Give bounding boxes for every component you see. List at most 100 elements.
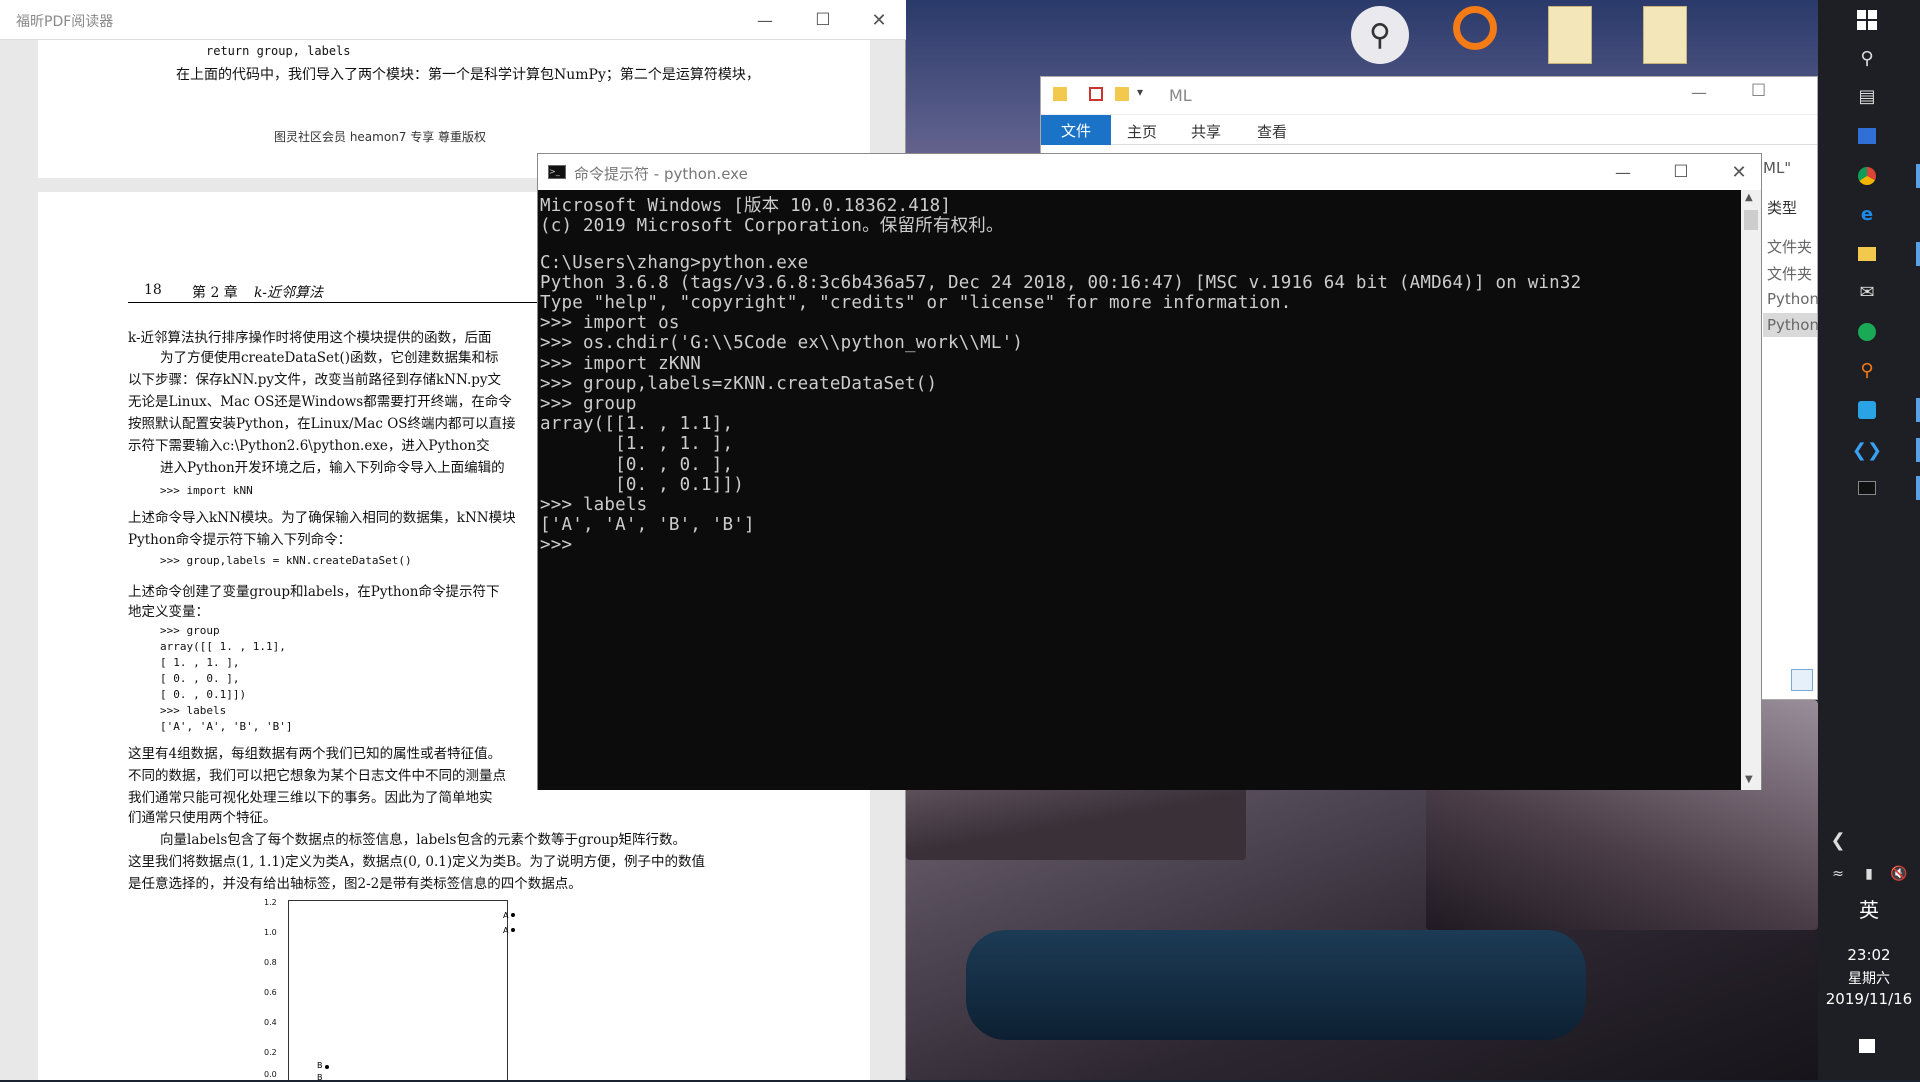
console-output[interactable]: Microsoft Windows [版本 10.0.18362.418] (c)… <box>538 190 1741 790</box>
data-point <box>511 913 515 917</box>
search-orange-icon[interactable]: ⚲ <box>1852 358 1882 382</box>
page-number: 18 <box>144 282 162 298</box>
body-line: 进入Python开发环境之后，输入下列命令导入上面编辑的 <box>160 460 505 476</box>
copyright-watermark: 图灵社区会员 heamon7 专享 尊重版权 <box>274 130 487 144</box>
code-line: >>> group,labels = kNN.createDataSet() <box>160 554 412 567</box>
file-type-cell[interactable]: Python <box>1767 290 1819 308</box>
console-line: Type "help", "copyright", "credits" or "… <box>540 293 1292 313</box>
body-line: 无论是Linux、Mac OS还是Windows都需要打开终端，在命令 <box>128 394 512 410</box>
file-type-cell[interactable]: 文件夹 <box>1767 236 1812 257</box>
vscode-icon[interactable]: ❮❯ <box>1852 438 1882 462</box>
data-point <box>511 928 515 932</box>
body-line: 向量labels包含了每个数据点的标签信息，labels包含的元素个数等于gro… <box>160 832 687 848</box>
running-indicator <box>1916 438 1920 462</box>
maximize-button[interactable]: ☐ <box>1751 81 1766 101</box>
console-line: >>> group,labels=zKNN.createDataSet() <box>540 373 938 394</box>
body-line: 为了方便使用createDataSet()函数，它创建数据集和标 <box>160 350 499 366</box>
body-line: 我们通常只能可视化处理三维以下的事务。因此为了简单地实 <box>128 790 493 806</box>
scrollbar-thumb[interactable] <box>1744 210 1758 230</box>
edge-icon[interactable]: e <box>1852 202 1882 226</box>
desktop-icon-doc[interactable] <box>1630 6 1700 76</box>
ime-indicator[interactable]: 英 <box>1852 894 1886 923</box>
y-tick: 1.0 <box>264 928 277 937</box>
code-line: >>> labels <box>160 704 227 717</box>
app-icon-green[interactable] <box>1852 320 1882 344</box>
minimize-button[interactable]: — <box>1600 152 1646 192</box>
column-header-type[interactable]: 类型 <box>1767 197 1797 218</box>
desktop-icon-search[interactable]: ⚲ <box>1345 6 1415 76</box>
running-indicator <box>1916 164 1920 188</box>
magnifier-icon: ⚲ <box>1351 6 1409 64</box>
body-line: 不同的数据，我们可以把它想象为某个日志文件中不同的测量点 <box>128 768 506 784</box>
code-line: >>> import kNN <box>160 484 253 497</box>
volume-muted-icon[interactable]: 🔇 <box>1882 862 1916 886</box>
file-type-cell[interactable]: 文件夹 <box>1767 263 1812 284</box>
file-type-cell-selected[interactable]: Python <box>1763 313 1819 337</box>
y-tick: 0.2 <box>264 1048 277 1057</box>
scroll-up-arrow[interactable]: ▲ <box>1745 192 1753 203</box>
details-view-icon[interactable] <box>1791 669 1813 691</box>
tab-view[interactable]: 查看 <box>1257 121 1287 142</box>
explorer-titlebar[interactable]: ▾ ML — ☐ <box>1041 77 1817 115</box>
cmd-window-title: 命令提示符 - python.exe <box>574 165 748 183</box>
clock-weekday[interactable]: 星期六 <box>1818 968 1920 988</box>
close-button[interactable]: ✕ <box>1716 152 1762 192</box>
taskbar: ⚲ ▤ e ✉ ⚲ ❮❯ ❮ ≈ ▮ 🔇 英 23:02 星期六 2019/11… <box>1818 0 1920 1080</box>
close-button[interactable]: ✕ <box>856 0 902 40</box>
body-line: 是任意选择的，并没有给出轴标签，图2-2是带有类标签信息的四个数据点。 <box>128 876 582 892</box>
cmd-app-icon: >_ <box>548 165 566 179</box>
desktop-icon-pdf-doc[interactable] <box>1535 6 1605 76</box>
body-line: 这里我们将数据点(1, 1.1)定义为类A，数据点(0, 0.1)定义为类B。为… <box>128 854 706 870</box>
tab-home[interactable]: 主页 <box>1127 121 1157 142</box>
command-prompt-window[interactable]: >_ 命令提示符 - python.exe — ☐ ✕ Microsoft Wi… <box>537 153 1762 790</box>
pdf-titlebar[interactable]: 福昕PDF阅读器 — ☐ ✕ <box>0 0 906 40</box>
body-line: k-近邻算法执行排序操作时将使用这个模块提供的函数，后面 <box>128 330 492 346</box>
console-line: >>> <box>540 535 583 556</box>
console-line: [0. , 0.1]]) <box>540 474 744 495</box>
cmd-taskbar-icon[interactable] <box>1852 476 1882 500</box>
file-explorer-icon[interactable] <box>1852 242 1882 266</box>
quick-access-dropdown-icon[interactable]: ▾ <box>1137 85 1143 99</box>
y-tick: 0.0 <box>264 1070 277 1079</box>
body-line: 上述命令导入kNN模块。为了确保输入相同的数据集，kNN模块 <box>128 510 516 526</box>
data-point <box>325 1065 329 1069</box>
tab-share[interactable]: 共享 <box>1191 121 1221 142</box>
chrome-icon[interactable] <box>1852 164 1882 188</box>
minimize-button[interactable]: — <box>1691 83 1707 102</box>
vertical-scrollbar[interactable]: ▲ ▼ <box>1741 190 1761 790</box>
maximize-button[interactable]: ☐ <box>800 0 846 40</box>
body-line: 按照默认配置安装Python，在Linux/Mac OS终端内都可以直接 <box>128 416 516 432</box>
y-tick: 1.2 <box>264 898 277 907</box>
clock-time[interactable]: 23:02 <box>1818 946 1920 964</box>
search-icon[interactable]: ⚲ <box>1852 46 1882 70</box>
point-label: A <box>503 911 509 920</box>
pdf-window-title: 福昕PDF阅读器 <box>16 14 114 30</box>
maximize-button[interactable]: ☐ <box>1658 152 1704 192</box>
clock-date[interactable]: 2019/11/16 <box>1818 990 1920 1008</box>
ribbon-tabs: 文件 主页 共享 查看 <box>1041 115 1817 145</box>
cmd-titlebar[interactable]: >_ 命令提示符 - python.exe — ☐ ✕ <box>538 154 1761 190</box>
console-line: (c) 2019 Microsoft Corporation。保留所有权利。 <box>540 216 1004 237</box>
start-button[interactable] <box>1852 8 1882 32</box>
scroll-down-arrow[interactable]: ▼ <box>1745 774 1753 785</box>
address-path-fragment: ML" <box>1763 159 1792 177</box>
tab-file[interactable]: 文件 <box>1041 115 1111 145</box>
desktop-icon-search-orange[interactable] <box>1440 6 1510 76</box>
battery-icon[interactable]: ▮ <box>1854 862 1884 886</box>
code-line: [ 0. , 0.1]]) <box>160 688 247 701</box>
properties-icon[interactable] <box>1089 87 1103 101</box>
mail-icon[interactable]: ✉ <box>1852 280 1882 304</box>
task-view-icon[interactable]: ▤ <box>1852 84 1882 108</box>
running-indicator <box>1916 242 1920 266</box>
minimize-button[interactable]: — <box>742 0 788 40</box>
wifi-icon[interactable]: ≈ <box>1818 862 1858 886</box>
notification-center-icon[interactable] <box>1852 1034 1882 1058</box>
code-line: return group, labels <box>206 44 351 58</box>
app-icon-cyan[interactable] <box>1852 398 1882 422</box>
point-label: B <box>317 1073 323 1082</box>
show-hidden-icons-chevron-icon[interactable]: ❮ <box>1818 828 1858 852</box>
app-icon-blue[interactable] <box>1852 124 1882 148</box>
header-rule <box>128 302 588 303</box>
running-indicator <box>1916 398 1920 422</box>
new-folder-icon[interactable] <box>1115 87 1129 101</box>
